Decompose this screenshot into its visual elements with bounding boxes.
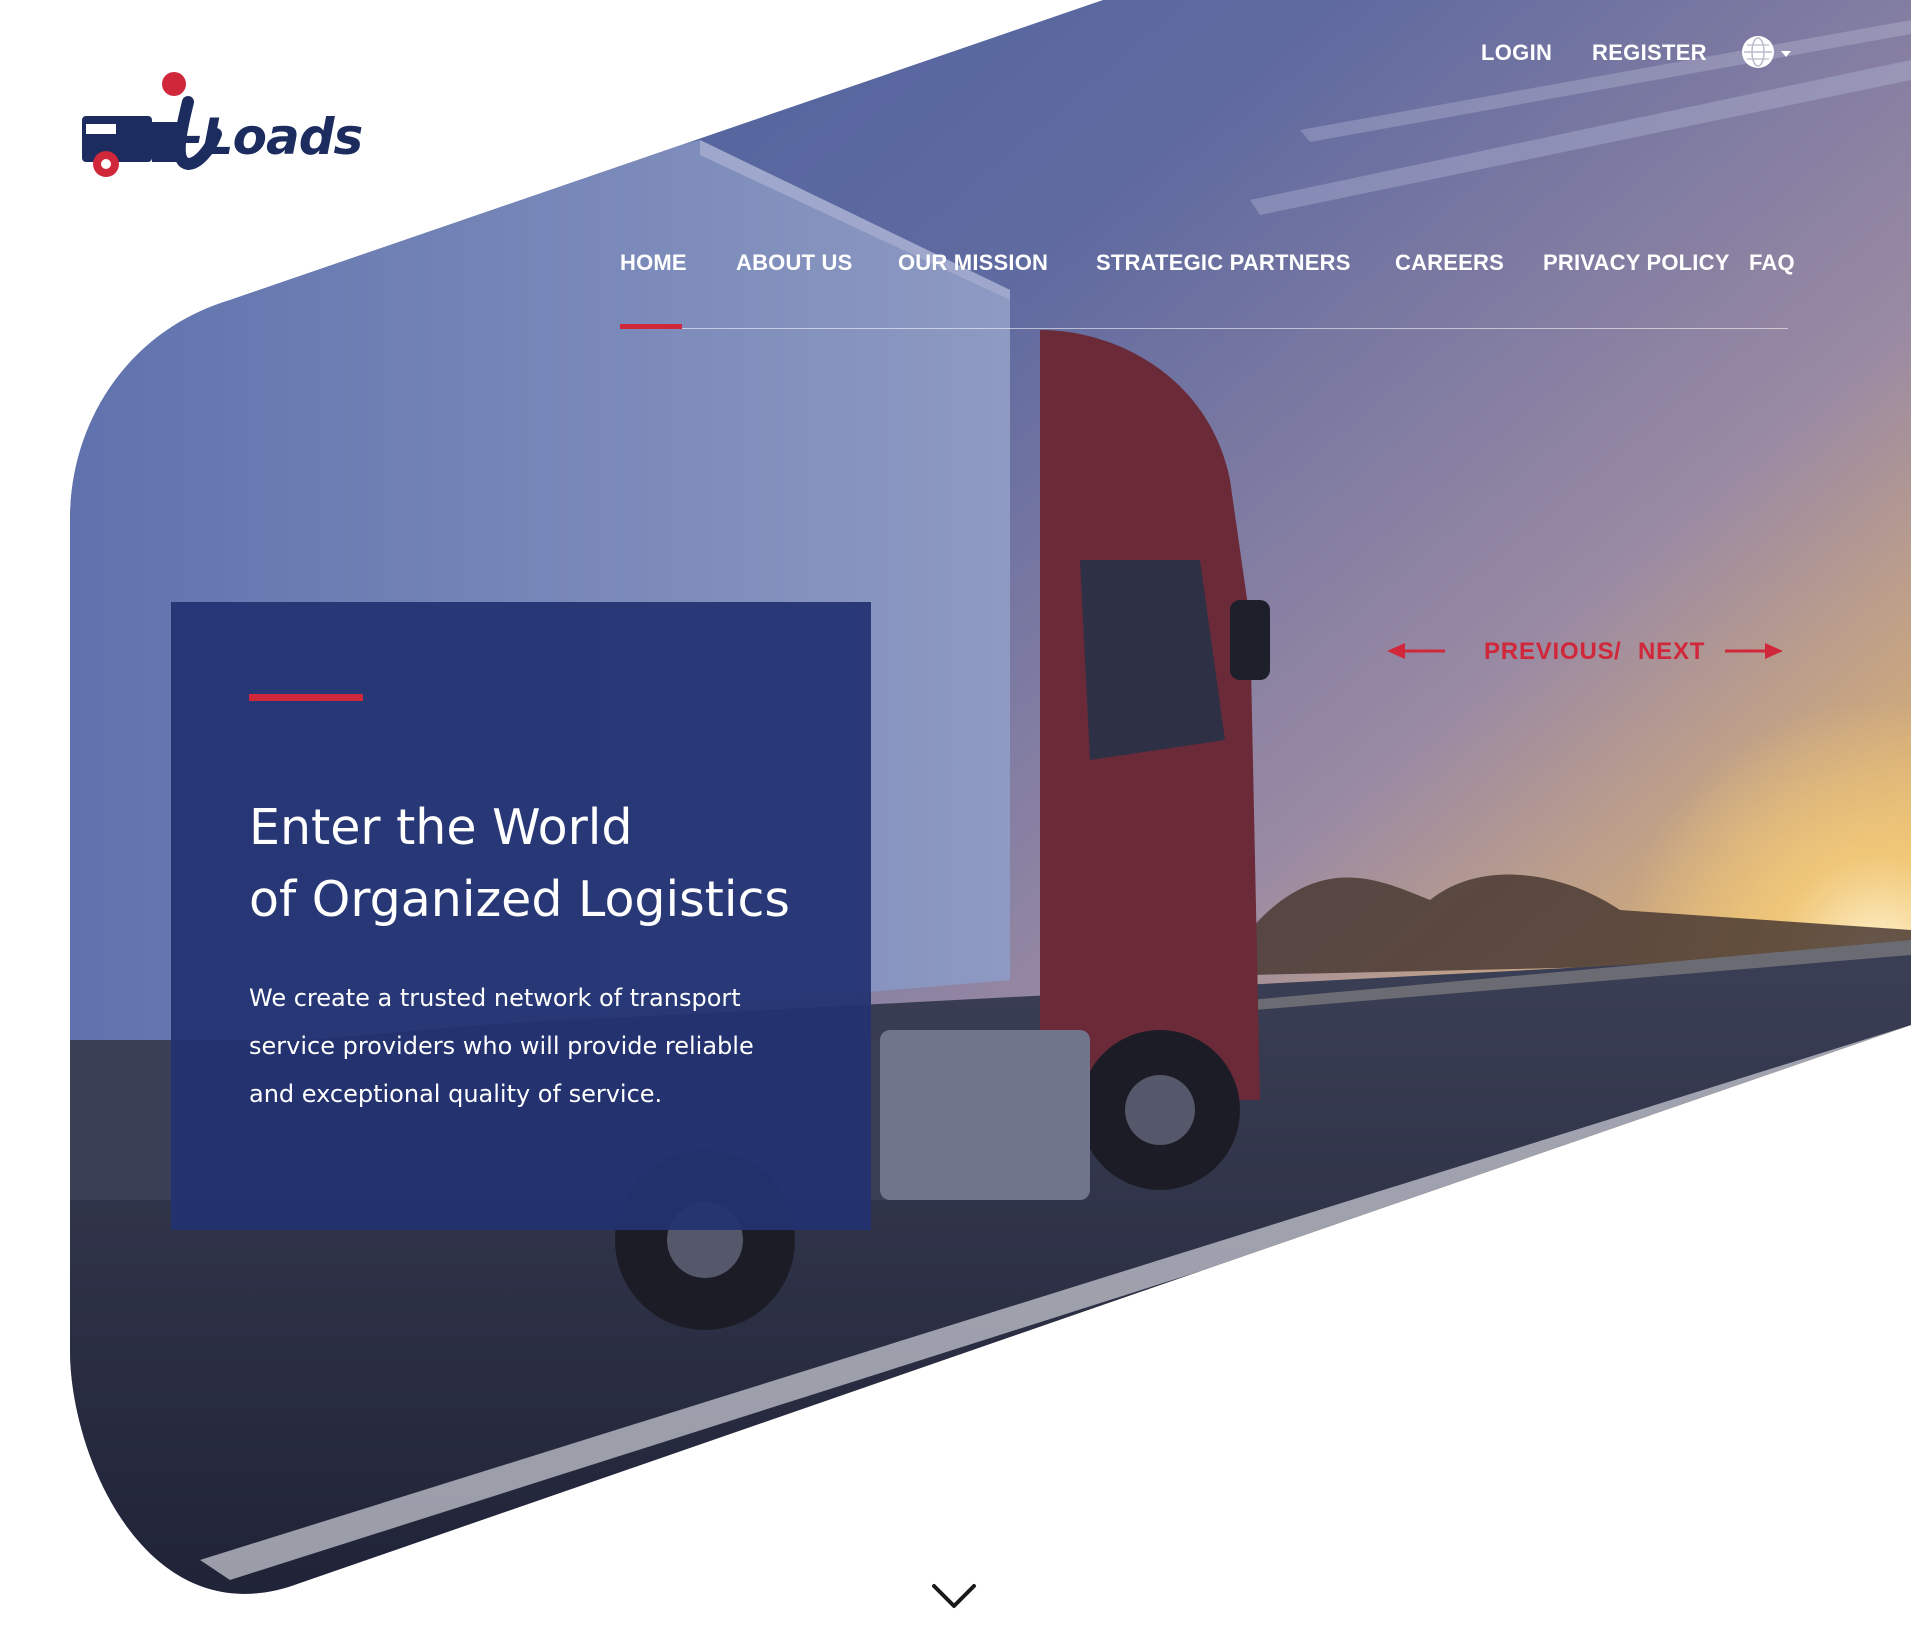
hero-title: Enter the World of Organized Logistics [249,792,849,936]
nav-active-indicator [620,324,682,329]
arrow-right-icon[interactable] [1725,641,1783,661]
nav-item-strategic-partners[interactable]: STRATEGIC PARTNERS [1096,250,1351,276]
hero-title-line1: Enter the World [249,799,633,856]
nav-item-careers[interactable]: CAREERS [1395,250,1504,276]
hero-description: We create a trusted network of transport… [249,984,754,1108]
next-button[interactable]: NEXT [1638,638,1705,666]
chevron-down-icon[interactable] [1781,51,1791,57]
register-link[interactable]: REGISTER [1592,40,1707,66]
nav-item-privacy-policy[interactable]: PRIVACY POLICY [1543,250,1730,276]
slider-separator: / [1614,638,1622,665]
nav-divider [620,328,1788,329]
logo-text: -Loads [182,108,363,166]
hero-section: -Loads LOGIN REGISTER HOME ABOUT US OUR … [0,0,1911,1625]
nav-item-faq[interactable]: FAQ [1749,250,1795,276]
arrow-left-icon[interactable] [1387,641,1445,661]
chevron-down-icon[interactable] [930,1580,978,1612]
nav-item-home[interactable]: HOME [620,250,687,276]
hero-card: Enter the World of Organized Logistics W… [171,602,871,1230]
nav-item-about-us[interactable]: ABOUT US [736,250,853,276]
globe-icon[interactable] [1742,36,1774,68]
login-link[interactable]: LOGIN [1481,40,1552,66]
hero-title-line2: of Organized Logistics [249,871,790,928]
card-accent-bar [249,694,363,701]
previous-button[interactable]: PREVIOUS [1484,638,1614,666]
nav-item-our-mission[interactable]: OUR MISSION [898,250,1048,276]
